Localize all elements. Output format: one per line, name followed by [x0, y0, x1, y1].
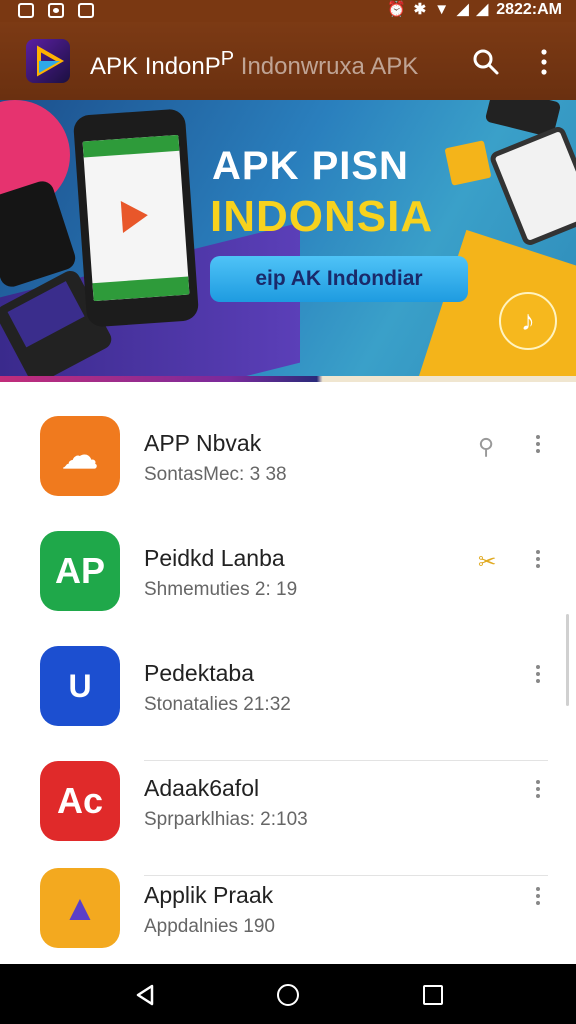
app-meta: Sprparklhias: 2:103: [144, 809, 308, 830]
list-item[interactable]: AP Peidkd Lanba Shmemuties 2: 19 ✂: [0, 531, 576, 646]
music-note-icon[interactable]: ♪: [499, 292, 557, 350]
envelope-icon: [444, 140, 492, 186]
app-name: Pedektaba: [144, 660, 254, 686]
status-bar: ⏰ ✱ ▼ ◢ ◢ 2822:AM: [0, 0, 576, 22]
bluetooth-icon: ✱: [413, 1, 427, 18]
signal-icon-2: ◢: [476, 1, 489, 18]
list-item[interactable]: ☁ APP Nbvak SontasMec: 3 38 ⚲: [0, 416, 576, 531]
camera-icon: [48, 3, 64, 18]
banner-subtitle: INDONSIA: [210, 192, 434, 241]
back-icon: [136, 984, 154, 1006]
triangle-icon: ▲: [62, 887, 98, 928]
app-icon: ☁: [40, 416, 120, 496]
app-title-sub: Indonwruxa APK: [234, 53, 419, 80]
notification-icons: [18, 3, 94, 18]
mail-icon: [78, 3, 94, 18]
wifi-icon: ▼: [434, 1, 450, 18]
app-meta: Stonatalies 21:32: [144, 694, 291, 715]
navigation-bar: [0, 964, 576, 1024]
list-item[interactable]: Ac Adaak6afol Sprparklhias: 2:103: [0, 761, 576, 876]
home-icon[interactable]: [277, 984, 299, 1006]
search-button[interactable]: [470, 46, 502, 78]
more-vert-icon: [541, 49, 547, 75]
app-name: Applik Praak: [144, 882, 274, 908]
pin-icon[interactable]: ⚲: [478, 434, 494, 460]
app-meta: Appdalnies 190: [144, 916, 275, 937]
app-title: APK IndonPP Indonwruxa APK: [90, 48, 418, 81]
app-meta: Shmemuties 2: 19: [144, 579, 298, 600]
app-meta: SontasMec: 3 38: [144, 464, 287, 485]
overflow-menu-button[interactable]: [532, 46, 556, 78]
banner-divider: [0, 376, 576, 382]
signal-icon: ◢: [457, 1, 469, 18]
cloud-icon: ☁: [62, 435, 98, 476]
status-time: 2822:AM: [496, 1, 562, 18]
app-list: ☁ APP Nbvak SontasMec: 3 38 ⚲ AP Peidkd …: [0, 388, 576, 964]
app-icon: Ac: [40, 761, 120, 841]
item-menu-button[interactable]: [528, 662, 548, 694]
app-icon: AP: [40, 531, 120, 611]
app-logo-icon: [26, 39, 70, 83]
list-item[interactable]: U Pedektaba Stonatalies 21:32: [0, 646, 576, 761]
promo-banner[interactable]: APK PISN INDONSIA eip AK Indondiar ♪: [0, 100, 576, 382]
tool-icon[interactable]: ✂: [478, 549, 496, 575]
banner-button[interactable]: eip AK Indondiar: [210, 256, 468, 302]
app-bar: APK IndonPP Indonwruxa APK: [0, 22, 576, 100]
banner-title: APK PISN: [212, 144, 409, 188]
app-title-main: APK IndonP: [90, 53, 221, 80]
app-letters-icon: Ac: [56, 780, 104, 821]
app-letters-icon: AP: [54, 550, 105, 591]
circle-u-icon: U: [68, 668, 92, 704]
item-menu-button[interactable]: [528, 432, 548, 464]
back-button[interactable]: [134, 984, 156, 1006]
system-icons: ⏰ ✱ ▼ ◢ ◢ 2822:AM: [387, 1, 562, 19]
alarm-icon: ⏰: [386, 1, 406, 18]
app-name: APP Nbvak: [144, 430, 262, 456]
tablet-illustration: [488, 124, 576, 248]
item-menu-button[interactable]: [528, 547, 548, 579]
app-icon: ▲: [40, 868, 120, 948]
app-icon: U: [40, 646, 120, 726]
search-icon: [473, 49, 499, 75]
app-name: Adaak6afol: [144, 775, 260, 801]
app-title-super: P: [220, 48, 235, 70]
recents-icon[interactable]: [423, 985, 443, 1005]
phone-illustration: [72, 108, 200, 328]
item-menu-button[interactable]: [528, 777, 548, 809]
photo-icon: [18, 3, 34, 18]
item-menu-button[interactable]: [528, 884, 548, 916]
app-name: Peidkd Lanba: [144, 545, 285, 571]
scrollbar[interactable]: [566, 614, 569, 706]
